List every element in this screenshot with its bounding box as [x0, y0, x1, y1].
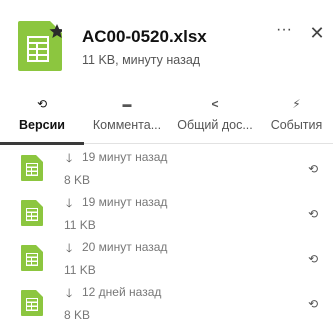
tab-events[interactable]: ⚡ События [260, 90, 333, 144]
tab-bar: ⟲ Версии ▬ Коммента... < Общий дос... ⚡ … [0, 90, 333, 145]
active-tab-indicator [0, 142, 84, 145]
tab-sharing[interactable]: < Общий дос... [170, 90, 260, 144]
version-size: 8 KB [64, 173, 91, 187]
restore-icon[interactable]: ⟲ [308, 207, 318, 221]
lightning-icon: ⚡ [292, 97, 301, 111]
version-row[interactable]: 🡓 12 дней назад 8 KB ⟲ [0, 281, 333, 327]
version-row[interactable]: 🡓 19 минут назад 8 KB ⟲ [0, 146, 333, 192]
download-arrow-icon: 🡓 [66, 196, 73, 210]
version-size: 11 KB [64, 218, 96, 232]
more-dots-icon[interactable]: ··· [273, 22, 295, 44]
tab-label: Версии [19, 118, 65, 132]
version-time: 12 дней назад [82, 285, 162, 299]
close-icon[interactable]: ✕ [306, 22, 328, 44]
share-icon: < [211, 97, 219, 111]
comment-icon: ▬ [122, 99, 132, 109]
spreadsheet-file-icon [21, 155, 43, 181]
file-meta: 11 KB, минуту назад [82, 53, 201, 67]
version-time: 20 минут назад [82, 240, 168, 254]
tab-versions[interactable]: ⟲ Версии [0, 90, 84, 145]
version-time: 19 минут назад [82, 150, 168, 164]
download-arrow-icon: 🡓 [66, 286, 73, 300]
history-icon: ⟲ [36, 97, 48, 111]
file-title: AC00-0520.xlsx [82, 27, 207, 46]
version-size: 11 KB [64, 263, 96, 277]
spreadsheet-file-icon [21, 245, 43, 271]
version-size: 8 KB [64, 308, 91, 322]
spreadsheet-file-icon [21, 290, 43, 316]
spreadsheet-file-icon [21, 200, 43, 226]
tab-label: Коммента... [92, 118, 162, 132]
version-time: 19 минут назад [82, 195, 168, 209]
file-header: AC00-0520.xlsx 11 KB, минуту назад ··· ✕ [0, 0, 333, 86]
version-row[interactable]: 🡓 19 минут назад 11 KB ⟲ [0, 191, 333, 237]
spreadsheet-file-icon [18, 21, 62, 71]
download-arrow-icon: 🡓 [66, 151, 73, 165]
tab-label: События [270, 118, 323, 132]
download-arrow-icon: 🡓 [66, 241, 73, 255]
restore-icon[interactable]: ⟲ [308, 252, 318, 266]
tab-comments[interactable]: ▬ Коммента... [84, 90, 170, 144]
version-row[interactable]: 🡓 20 минут назад 11 KB ⟲ [0, 236, 333, 282]
restore-icon[interactable]: ⟲ [308, 162, 318, 176]
restore-icon[interactable]: ⟲ [308, 297, 318, 311]
tab-label: Общий дос... [177, 118, 253, 132]
